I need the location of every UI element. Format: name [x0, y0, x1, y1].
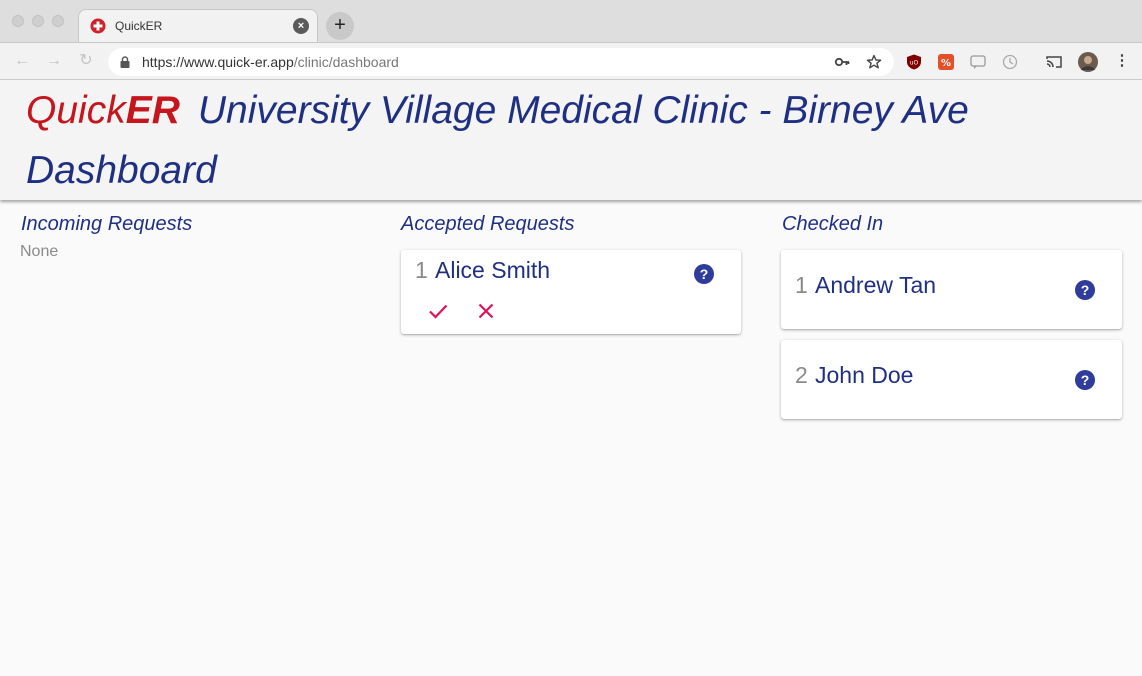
- accepted-requests-title: Accepted Requests: [401, 213, 575, 235]
- page-title: Dashboard: [26, 149, 217, 192]
- ublock-extension-icon[interactable]: uO: [906, 54, 922, 70]
- checkin-number: 1: [795, 272, 808, 298]
- accepted-request-card[interactable]: 1 Alice Smith ?: [401, 250, 741, 334]
- close-icon[interactable]: [475, 300, 497, 322]
- request-number: 1: [415, 257, 428, 283]
- url-path: /clinic/dashboard: [293, 54, 399, 70]
- checked-in-title: Checked In: [782, 213, 884, 235]
- patient-name: John Doe: [815, 362, 914, 388]
- incoming-empty-text: None: [20, 243, 59, 260]
- checked-in-card[interactable]: 1 Andrew Tan ?: [781, 250, 1122, 329]
- app-header: QuickER University Village Medical Clinic…: [0, 80, 1142, 200]
- browser-tab[interactable]: QuickER ×: [78, 9, 318, 42]
- help-icon[interactable]: ?: [1075, 370, 1095, 390]
- menu-dots-icon[interactable]: ⋮: [1112, 51, 1132, 71]
- help-icon[interactable]: ?: [1075, 280, 1095, 300]
- chat-extension-icon[interactable]: [970, 54, 986, 70]
- check-icon[interactable]: [427, 300, 449, 322]
- clinic-name: University Village Medical Clinic - Birn…: [197, 89, 969, 132]
- tab-close-icon[interactable]: ×: [293, 18, 309, 34]
- browser-chrome: QuickER × + ← → ↻ https://www.quick-er.a…: [0, 0, 1142, 80]
- brand-er: ER: [125, 89, 180, 132]
- profile-avatar[interactable]: [1078, 52, 1098, 72]
- window-minimize-button[interactable]: [32, 15, 44, 27]
- help-icon[interactable]: ?: [694, 264, 714, 284]
- back-arrow-icon[interactable]: ←: [12, 51, 32, 71]
- checkin-number: 2: [795, 362, 808, 388]
- cast-icon[interactable]: [1046, 54, 1062, 70]
- patient-name: Alice Smith: [435, 257, 551, 283]
- browser-toolbar: ← → ↻ https://www.quick-er.app/clinic/da…: [0, 42, 1142, 80]
- red-cross-icon: [90, 18, 106, 34]
- tab-title: QuickER: [115, 19, 163, 33]
- window-close-button[interactable]: [12, 15, 24, 27]
- grammar-extension-icon[interactable]: %: [938, 54, 954, 70]
- svg-text:%: %: [941, 58, 951, 69]
- tab-strip: QuickER × +: [0, 0, 1142, 42]
- header-line: QuickER University Village Medical Clinic…: [26, 89, 969, 133]
- forward-arrow-icon[interactable]: →: [44, 51, 64, 71]
- url-text: https://www.quick-er.app/clinic/dashboar…: [142, 54, 399, 70]
- svg-text:uO: uO: [910, 60, 919, 67]
- incoming-requests-title: Incoming Requests: [21, 213, 193, 235]
- reload-icon[interactable]: ↻: [76, 51, 96, 71]
- brand-quick: Quick: [26, 89, 126, 132]
- star-icon[interactable]: [866, 54, 882, 70]
- patient-name: Andrew Tan: [815, 272, 937, 298]
- url-domain: https://www.quick-er.app: [142, 54, 294, 70]
- window-zoom-button[interactable]: [52, 15, 64, 27]
- address-bar[interactable]: https://www.quick-er.app/clinic/dashboar…: [108, 48, 894, 76]
- key-icon[interactable]: [834, 54, 850, 70]
- checked-in-card[interactable]: 2 John Doe ?: [781, 340, 1122, 419]
- timer-extension-icon[interactable]: [1002, 54, 1018, 70]
- lock-icon: [120, 56, 130, 68]
- new-tab-button[interactable]: +: [326, 12, 354, 40]
